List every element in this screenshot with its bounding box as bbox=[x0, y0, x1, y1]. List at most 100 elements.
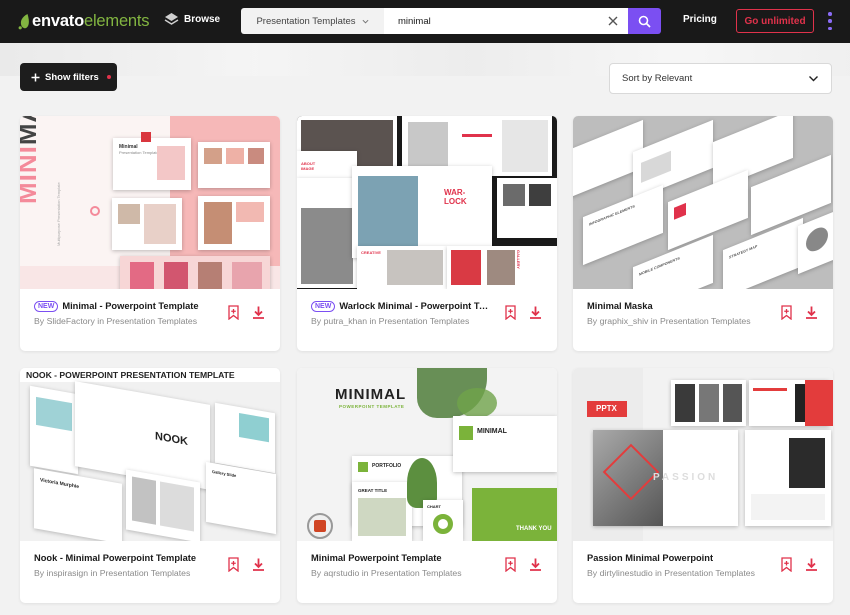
card-title[interactable]: Warlock Minimal - Powerpoint Template bbox=[339, 301, 489, 311]
chevron-down-icon bbox=[362, 19, 369, 24]
thumb-word: Gallery Slide bbox=[212, 468, 237, 479]
thumb-word: WAR- bbox=[444, 188, 466, 197]
browse-label: Browse bbox=[184, 14, 221, 25]
logo-word-envato: envato bbox=[32, 12, 84, 30]
download-icon[interactable] bbox=[528, 305, 543, 320]
category-link[interactable]: Presentation Templates bbox=[660, 316, 751, 326]
card-meta: NEW Minimal - Powerpoint Template By Sli… bbox=[34, 300, 224, 327]
sort-label: Sort by Relevant bbox=[622, 73, 693, 84]
author-link[interactable]: graphix_shiv bbox=[600, 316, 649, 326]
plus-icon bbox=[31, 73, 40, 81]
leaf-icon bbox=[18, 13, 29, 29]
category-link[interactable]: Presentation Templates bbox=[100, 568, 191, 578]
download-icon[interactable] bbox=[251, 557, 266, 572]
thumb-word: Multipurpose Presentation Template bbox=[56, 182, 61, 246]
search-bar: Presentation Templates bbox=[241, 8, 661, 34]
search-input[interactable] bbox=[384, 8, 628, 34]
author-link[interactable]: dirtylinestudio bbox=[600, 568, 653, 578]
category-link[interactable]: Presentation Templates bbox=[371, 568, 462, 578]
thumb-word: CHART bbox=[427, 504, 441, 509]
download-icon[interactable] bbox=[804, 557, 819, 572]
thumb-word: PPTX bbox=[596, 404, 617, 413]
template-card: MINIMAL POWERPOINT TEMPLATE PORTFOLIO GR… bbox=[297, 368, 557, 603]
author-link[interactable]: SlideFactory bbox=[47, 316, 95, 326]
thumb-word: STRATEGY MAP bbox=[729, 244, 758, 260]
card-meta: Minimal Powerpoint Template By aqrstudio… bbox=[311, 552, 501, 579]
search-button[interactable] bbox=[628, 8, 661, 34]
category-link[interactable]: Presentation Templates bbox=[106, 316, 197, 326]
template-thumbnail[interactable]: INFOGRAPHIC ELEMENTS MOBILE COMPONENTS S… bbox=[573, 116, 833, 289]
template-thumbnail[interactable]: MINIMAL POWERPOINT TEMPLATE PORTFOLIO GR… bbox=[297, 368, 557, 541]
download-icon[interactable] bbox=[528, 557, 543, 572]
bookmark-add-icon[interactable] bbox=[226, 305, 241, 320]
show-filters-label: Show filters bbox=[45, 71, 99, 83]
thumb-word: GALLERY bbox=[516, 250, 521, 269]
thumb-word: MINIMAL bbox=[477, 428, 507, 435]
author-link[interactable]: putra_khan bbox=[324, 316, 367, 326]
category-dropdown[interactable]: Presentation Templates bbox=[241, 8, 384, 34]
browse-button[interactable]: Browse bbox=[164, 12, 220, 27]
card-byline: By inspirasign in Presentation Templates bbox=[34, 568, 191, 578]
category-link[interactable]: Presentation Templates bbox=[379, 316, 470, 326]
thumb-word: MINI bbox=[20, 145, 42, 204]
card-title[interactable]: Minimal Powerpoint Template bbox=[311, 553, 442, 563]
template-card: PPTX PASSION Passion Minimal Powerpoint … bbox=[573, 368, 833, 603]
show-filters-button[interactable]: Show filters bbox=[20, 63, 117, 91]
bookmark-add-icon[interactable] bbox=[503, 557, 518, 572]
template-card: INFOGRAPHIC ELEMENTS MOBILE COMPONENTS S… bbox=[573, 116, 833, 351]
bookmark-add-icon[interactable] bbox=[779, 305, 794, 320]
thumb-word: MOBILE COMPONENTS bbox=[639, 256, 680, 277]
template-thumbnail[interactable]: PPTX PASSION bbox=[573, 368, 833, 541]
card-byline: By graphix_shiv in Presentation Template… bbox=[587, 316, 751, 326]
card-meta: Passion Minimal Powerpoint By dirtylines… bbox=[587, 552, 777, 579]
template-card: NOOK - POWERPOINT PRESENTATION TEMPLATE … bbox=[20, 368, 280, 603]
thumb-word: NOOK - POWERPOINT PRESENTATION TEMPLATE bbox=[26, 370, 235, 380]
more-options-icon[interactable] bbox=[827, 12, 833, 30]
thumb-word: LOCK bbox=[444, 197, 467, 206]
envato-elements-logo[interactable]: envatoelements bbox=[18, 11, 150, 31]
bookmark-add-icon[interactable] bbox=[226, 557, 241, 572]
download-icon[interactable] bbox=[804, 305, 819, 320]
template-thumbnail[interactable]: MINIMAL Multipurpose Presentation Templa… bbox=[20, 116, 280, 289]
search-icon bbox=[638, 15, 651, 28]
new-badge: NEW bbox=[34, 300, 59, 312]
thumb-word: INFOGRAPHIC ELEMENTS bbox=[589, 204, 635, 227]
thumb-word: CREATIVE bbox=[361, 250, 381, 255]
author-link[interactable]: inspirasign bbox=[47, 568, 89, 578]
card-title[interactable]: Minimal Maska bbox=[587, 301, 653, 311]
card-byline: By aqrstudio in Presentation Templates bbox=[311, 568, 462, 578]
template-card: MINIMAL Multipurpose Presentation Templa… bbox=[20, 116, 280, 351]
card-meta: Minimal Maska By graphix_shiv in Present… bbox=[587, 300, 777, 327]
bookmark-add-icon[interactable] bbox=[503, 305, 518, 320]
thumb-word: GREAT TITLE bbox=[358, 488, 388, 493]
thumb-word: MINIMAL bbox=[335, 386, 407, 403]
card-byline: By dirtylinestudio in Presentation Templ… bbox=[587, 568, 755, 578]
card-title[interactable]: Nook - Minimal Powerpoint Template bbox=[34, 553, 196, 563]
thumb-word: PORTFOLIO bbox=[372, 463, 402, 469]
category-link[interactable]: Presentation Templates bbox=[664, 568, 755, 578]
active-filter-dot bbox=[106, 75, 111, 79]
thumb-word: Victoria Murphie bbox=[40, 477, 80, 491]
download-icon[interactable] bbox=[251, 305, 266, 320]
sort-dropdown[interactable]: Sort by Relevant bbox=[609, 63, 832, 94]
go-unlimited-button[interactable]: Go unlimited bbox=[736, 9, 814, 33]
template-card: ABOUT IMAGE WAR- LOCK CREATIVE GALLERY NEW… bbox=[297, 116, 557, 351]
pricing-link[interactable]: Pricing bbox=[683, 14, 717, 25]
thumb-word: IMAGE bbox=[301, 166, 315, 171]
template-thumbnail[interactable]: NOOK - POWERPOINT PRESENTATION TEMPLATE … bbox=[20, 368, 280, 541]
card-title[interactable]: Minimal - Powerpoint Template bbox=[62, 301, 198, 311]
bookmark-add-icon[interactable] bbox=[779, 557, 794, 572]
top-navigation: envatoelements Browse Presentation Templ… bbox=[0, 0, 850, 43]
thumb-word: PASSION bbox=[653, 472, 719, 483]
card-meta: Nook - Minimal Powerpoint Template By in… bbox=[34, 552, 224, 579]
thumb-word: MAL bbox=[20, 116, 42, 145]
clear-search-icon[interactable] bbox=[607, 15, 619, 27]
logo-word-elements: elements bbox=[83, 12, 150, 30]
card-meta: NEW Warlock Minimal - Powerpoint Templat… bbox=[311, 300, 501, 327]
card-byline: By putra_khan in Presentation Templates bbox=[311, 316, 470, 326]
category-label: Presentation Templates bbox=[256, 15, 356, 27]
template-thumbnail[interactable]: ABOUT IMAGE WAR- LOCK CREATIVE GALLERY bbox=[297, 116, 557, 289]
thumb-word: POWERPOINT TEMPLATE bbox=[339, 404, 405, 409]
card-title[interactable]: Passion Minimal Powerpoint bbox=[587, 553, 713, 563]
author-link[interactable]: aqrstudio bbox=[324, 568, 360, 578]
